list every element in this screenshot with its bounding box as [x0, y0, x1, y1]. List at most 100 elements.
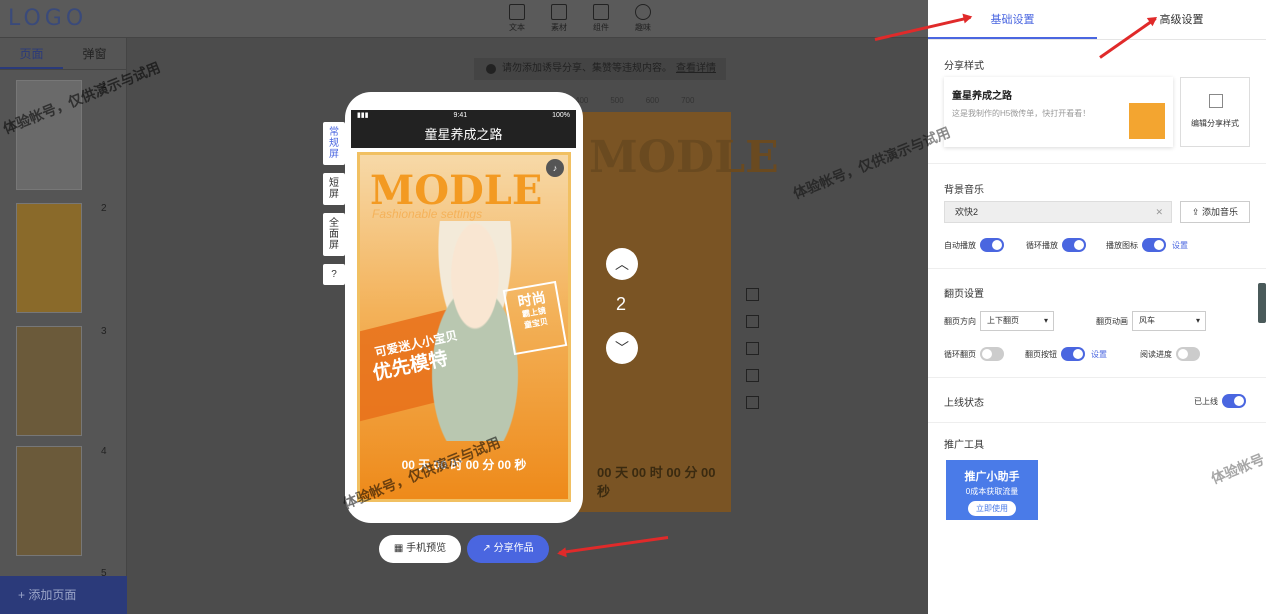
page-number: 3	[101, 326, 107, 337]
bg-timer: 00 天 00 时 00 分 00 秒	[597, 465, 716, 499]
page-thumb[interactable]	[16, 446, 82, 556]
help-button[interactable]: ?	[323, 264, 345, 285]
direction-select[interactable]: 上下翻页	[980, 311, 1054, 331]
page-number: 4	[101, 446, 107, 457]
text-tool[interactable]: 文本	[505, 4, 529, 33]
ruler: 400 500 600 700	[575, 96, 694, 105]
music-field[interactable]: 欢快2 ✕	[944, 201, 1172, 223]
page-button-setting-link[interactable]: 设置	[1091, 349, 1107, 360]
page-button-toggle[interactable]	[1061, 347, 1085, 361]
auto-play-label: 自动播放	[944, 240, 976, 250]
status-bar: ▮▮▮ 9:41 100%	[351, 110, 576, 122]
share-label: 分享作品	[493, 543, 534, 554]
music-setting-link[interactable]: 设置	[1172, 240, 1188, 251]
animation-row: 翻页动画 风车	[1096, 311, 1206, 331]
loop-page-label: 循环翻页	[944, 349, 976, 359]
online-status-title: 上线状态	[944, 398, 984, 409]
direction-label: 翻页方向	[944, 316, 976, 326]
online-toggle[interactable]	[1222, 394, 1246, 408]
page-number: 2	[101, 203, 107, 214]
add-page-button[interactable]: + 添加页面	[0, 576, 127, 614]
side-tools	[746, 288, 759, 409]
add-music-label: 添加音乐	[1202, 207, 1239, 217]
device-icon[interactable]	[746, 369, 759, 382]
editor-area: LOGO 文本 素材 组件 趣味 页面 弹窗 1 2 3 4 5 + 添加页面 …	[0, 0, 928, 614]
layout-icon[interactable]	[746, 342, 759, 355]
tool-group: 文本 素材 组件 趣味	[505, 4, 655, 33]
mobile-preview-button[interactable]: ▦ 手机预览	[379, 535, 461, 563]
tab-advanced-settings[interactable]: 高级设置	[1097, 0, 1266, 39]
play-icon-label: 播放图标	[1106, 240, 1138, 250]
loop-page-toggle[interactable]	[980, 347, 1004, 361]
background-canvas: MODLE 00 天 00 时 00 分 00 秒	[575, 112, 779, 512]
loop-play-toggle[interactable]	[1062, 238, 1086, 252]
share-thumbnail	[1129, 103, 1165, 139]
clear-icon[interactable]: ✕	[1155, 202, 1163, 222]
direction-row: 翻页方向 上下翻页	[944, 311, 1054, 331]
share-work-button[interactable]: ↗ 分享作品	[467, 535, 549, 563]
loop-play-label: 循环播放	[1026, 240, 1058, 250]
edit-share-style-button[interactable]: 编辑分享样式	[1180, 77, 1250, 147]
next-page-button[interactable]: ﹀	[606, 332, 638, 364]
add-music-button[interactable]: ⇪ 添加音乐	[1180, 201, 1250, 223]
share-card-title: 童星养成之路	[952, 91, 1012, 102]
image-icon	[551, 4, 567, 20]
play-icon[interactable]	[746, 288, 759, 301]
auto-play-toggle[interactable]	[980, 238, 1004, 252]
tab-normal-screen[interactable]: 常规屏	[323, 122, 345, 165]
page-thumb[interactable]	[16, 203, 82, 313]
tab-short-screen[interactable]: 短屏	[323, 173, 345, 205]
text-icon	[509, 4, 525, 20]
promo-use-button[interactable]: 立即使用	[968, 501, 1016, 516]
tool-label: 文本	[509, 23, 525, 32]
preview-label: 手机预览	[406, 543, 447, 554]
online-status-row: 已上线	[1194, 394, 1246, 408]
component-tool[interactable]: 组件	[589, 4, 613, 33]
logo: LOGO	[8, 6, 88, 31]
page-indicator: 2	[616, 294, 627, 314]
info-icon	[486, 64, 496, 74]
animation-select[interactable]: 风车	[1132, 311, 1206, 331]
settings-panel: 基础设置 高级设置 分享样式 童星养成之路 这是我制作的H5微传单，快打开看看！…	[928, 0, 1266, 614]
play-icon-row: 播放图标 设置	[1106, 238, 1188, 252]
divider	[928, 268, 1266, 269]
divider	[928, 163, 1266, 164]
music-icon[interactable]: ♪	[546, 159, 564, 177]
lightbulb-icon	[635, 4, 651, 20]
phone-title: 童星养成之路	[351, 122, 576, 148]
settings-tabs: 基础设置 高级设置	[928, 0, 1266, 40]
ruler-mark: 700	[681, 96, 695, 105]
promo-card[interactable]: 推广小助手 0成本获取流量 立即使用	[946, 460, 1038, 520]
tab-pages[interactable]: 页面	[0, 38, 63, 69]
divider	[928, 422, 1266, 423]
tool-label: 组件	[593, 23, 609, 32]
upload-icon: ⇪	[1191, 207, 1203, 217]
side-handle[interactable]	[1258, 283, 1266, 323]
poster-subline: Fashionable settings	[372, 207, 483, 221]
online-status-label: 已上线	[1194, 396, 1218, 406]
loop-play-row: 循环播放	[1026, 238, 1086, 252]
tip-text: 请勿添加诱导分享、集赞等违规内容。	[502, 63, 672, 74]
copy-icon[interactable]	[746, 315, 759, 328]
tab-popups[interactable]: 弹窗	[63, 38, 126, 69]
read-progress-toggle[interactable]	[1176, 347, 1200, 361]
fun-tool[interactable]: 趣味	[631, 4, 655, 33]
auto-play-row: 自动播放	[944, 238, 1004, 252]
edit-share-label: 编辑分享样式	[1191, 119, 1239, 128]
page-button-row: 翻页按钮 设置	[1025, 347, 1107, 361]
page-thumb[interactable]	[16, 326, 82, 436]
top-toolbar: LOGO 文本 素材 组件 趣味	[0, 0, 928, 38]
loop-page-row: 循环翻页	[944, 347, 1004, 361]
music-name: 欢快2	[955, 207, 979, 217]
tip-link[interactable]: 查看详情	[676, 63, 716, 74]
material-tool[interactable]: 素材	[547, 4, 571, 33]
tab-full-screen[interactable]: 全面屏	[323, 213, 345, 256]
promo-card-title: 推广小助手	[964, 471, 1020, 483]
music-title: 背景音乐	[944, 185, 984, 196]
share-card[interactable]: 童星养成之路 这是我制作的H5微传单，快打开看看！	[944, 77, 1173, 147]
download-icon[interactable]	[746, 396, 759, 409]
prev-page-button[interactable]: ︿	[606, 248, 638, 280]
divider	[928, 377, 1266, 378]
poster-badge: 时尚 霸上镜 童宝贝	[502, 280, 568, 356]
play-icon-toggle[interactable]	[1142, 238, 1166, 252]
